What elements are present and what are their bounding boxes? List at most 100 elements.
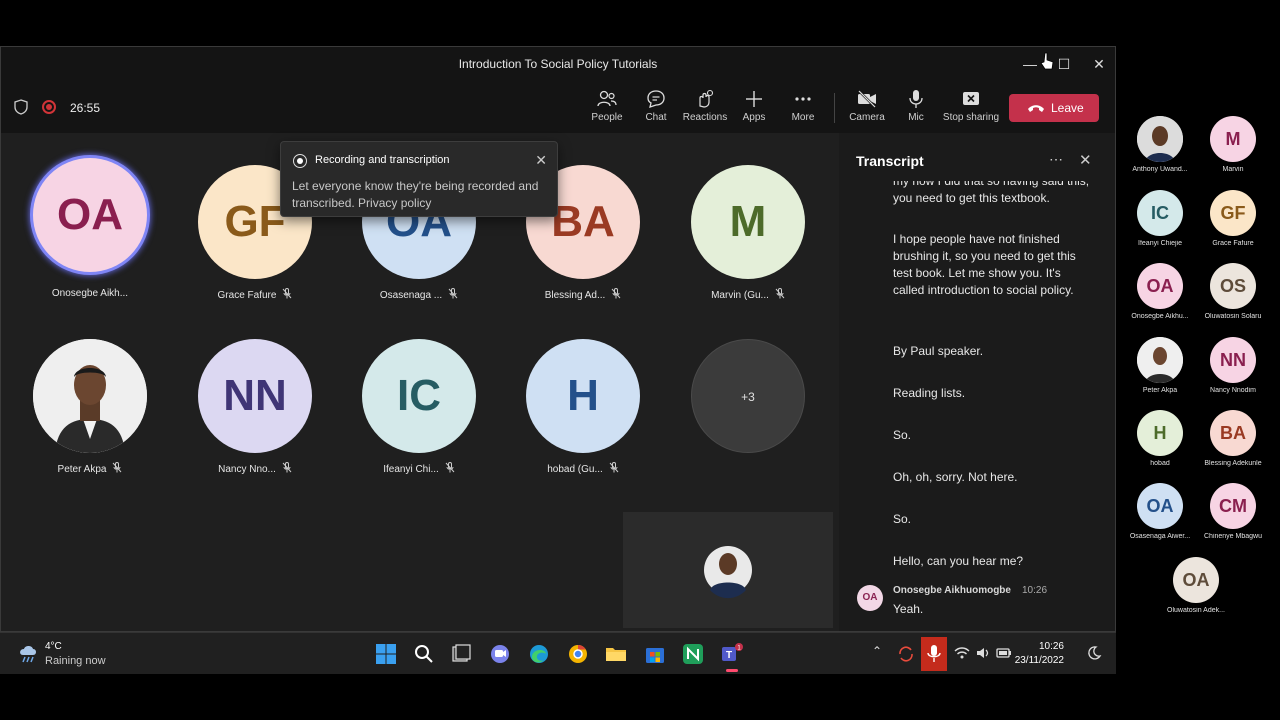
- leave-button[interactable]: Leave: [1009, 94, 1099, 122]
- recording-notification: Recording and transcription ✕ Let everyo…: [280, 141, 558, 217]
- self-view-avatar-icon: [704, 546, 752, 599]
- participant-name: Osasenaga ...: [349, 288, 489, 301]
- participant-list-item[interactable]: CM Chinenye Mbagwu: [1192, 483, 1272, 553]
- participant-tile[interactable]: H hobad (Gu...: [513, 332, 653, 482]
- participant-list-name: hobad: [1150, 460, 1170, 467]
- phone-hangup-icon: [1028, 105, 1044, 112]
- clock-date[interactable]: 23/11/2022: [1015, 655, 1064, 666]
- participant-tile[interactable]: M Marvin (Gu...: [678, 158, 818, 308]
- participant-list-item[interactable]: Anthony Uwand...: [1119, 116, 1199, 186]
- meeting-window: Introduction To Social Policy Tutorials …: [0, 46, 1116, 632]
- teams-chat-icon[interactable]: [488, 642, 512, 666]
- avatar: OA: [1137, 263, 1183, 309]
- transcript-line: Reading lists.: [893, 386, 966, 400]
- participant-list-item[interactable]: Peter Akpa: [1119, 337, 1199, 407]
- avatar: IC: [1137, 190, 1183, 236]
- wifi-icon[interactable]: [954, 645, 970, 661]
- participant-list-name: Nancy Nnodim: [1210, 387, 1256, 394]
- file-explorer-icon[interactable]: [604, 642, 628, 666]
- mic-off-icon: [283, 288, 292, 299]
- participant-tile[interactable]: IC Ifeanyi Chi...: [349, 332, 489, 482]
- search-icon[interactable]: [412, 642, 436, 666]
- avatar: OA: [1137, 483, 1183, 529]
- clock-time[interactable]: 10:26: [1039, 641, 1064, 652]
- minimize-icon[interactable]: —: [1019, 53, 1041, 75]
- edge-browser-icon[interactable]: [527, 642, 551, 666]
- participant-name: Marvin (Gu...: [678, 288, 818, 301]
- participant-list-item[interactable]: IC Ifeanyi Chiejie: [1119, 190, 1199, 260]
- participant-name: Onosegbe Aikh...: [20, 288, 160, 299]
- participant-list-name: Blessing Adekunle: [1204, 460, 1262, 467]
- participant-tile[interactable]: Peter Akpa: [20, 332, 160, 482]
- title-bar: Introduction To Social Policy Tutorials …: [1, 47, 1115, 81]
- shield-icon[interactable]: [14, 99, 28, 115]
- self-view[interactable]: [623, 512, 833, 628]
- focus-moon-icon[interactable]: [1086, 645, 1102, 661]
- show-hidden-icons-icon[interactable]: ⌃: [872, 644, 882, 658]
- transcript-line: Hello, can you hear me?: [893, 554, 1024, 568]
- mic-in-use-indicator[interactable]: [921, 637, 947, 671]
- stop-sharing-label: Stop sharing: [942, 112, 1000, 123]
- transcript-close-icon[interactable]: ✕: [1079, 151, 1092, 169]
- mic-off-icon: [775, 288, 785, 299]
- avatar: CM: [1210, 483, 1256, 529]
- mic-label: Mic: [908, 112, 924, 123]
- windows-start-icon[interactable]: [374, 642, 398, 666]
- mic-off-icon: [445, 462, 455, 473]
- more-button[interactable]: More: [778, 87, 828, 129]
- participant-list-item[interactable]: NN Nancy Nnodim: [1192, 337, 1272, 407]
- transcript-panel: Transcript ⋯ ✕ my now I did that so havi…: [839, 133, 1115, 631]
- participant-list-item[interactable]: OS Oluwatosin Solaru: [1192, 263, 1272, 333]
- chat-icon: [647, 90, 665, 108]
- participant-list-item[interactable]: H hobad: [1119, 410, 1199, 480]
- maximize-icon[interactable]: ☐: [1053, 53, 1075, 75]
- participant-list-item[interactable]: OA Osasenaga Aiwer...: [1119, 483, 1199, 553]
- transcript-more-icon[interactable]: ⋯: [1049, 151, 1063, 168]
- participant-list-item[interactable]: OA Oluwatosin Adek...: [1155, 557, 1235, 627]
- screen: Introduction To Social Policy Tutorials …: [0, 0, 1280, 720]
- participant-name: Nancy Nno...: [185, 462, 325, 475]
- battery-icon[interactable]: [996, 645, 1012, 661]
- teams-app-icon[interactable]: T 1: [720, 642, 744, 666]
- microsoft-store-icon[interactable]: [643, 642, 667, 666]
- notification-close-icon[interactable]: ✕: [535, 152, 547, 169]
- meeting-timer: 26:55: [70, 101, 101, 115]
- speaker-name: Onosegbe Aikhuomogbe: [893, 585, 1011, 596]
- chrome-browser-icon[interactable]: [566, 642, 590, 666]
- transcript-scroll[interactable]: my now I did that so having said this, y…: [839, 181, 1115, 581]
- plus-icon: [746, 91, 762, 107]
- participant-name-text: Grace Fafure: [217, 290, 277, 301]
- close-icon[interactable]: ✕: [1088, 53, 1110, 75]
- microphone-icon: [927, 645, 941, 662]
- avatar-photo: [1137, 116, 1183, 162]
- avatar: OS: [1210, 263, 1256, 309]
- transcript-line: my now I did that so having said this, y…: [893, 181, 1090, 205]
- camera-button[interactable]: Camera: [842, 87, 892, 129]
- mic-off-icon: [448, 288, 458, 299]
- weather-rain-icon[interactable]: [17, 643, 39, 665]
- participant-tile[interactable]: NN Nancy Nno...: [185, 332, 325, 482]
- mic-button[interactable]: Mic: [891, 87, 941, 129]
- mic-off-icon: [609, 462, 619, 473]
- stop-sharing-button[interactable]: Stop sharing: [942, 87, 1000, 129]
- nvidia-app-icon[interactable]: [681, 642, 705, 666]
- sync-icon[interactable]: [897, 645, 915, 663]
- volume-icon[interactable]: [975, 645, 991, 661]
- speaker-avatar: OA: [857, 585, 883, 611]
- chat-button[interactable]: Chat: [631, 87, 681, 129]
- overflow-tile[interactable]: +3: [678, 332, 818, 482]
- avatar: NN: [198, 339, 312, 453]
- people-button[interactable]: People: [582, 87, 632, 129]
- participant-tile[interactable]: OA Onosegbe Aikh...: [20, 158, 160, 308]
- participant-list-item[interactable]: GF Grace Fafure: [1192, 190, 1272, 260]
- reactions-button[interactable]: Reactions: [680, 87, 730, 129]
- weather-condition: Raining now: [45, 655, 106, 667]
- transcript-line: So.: [893, 428, 912, 442]
- participant-list-item[interactable]: BA Blessing Adekunle: [1192, 410, 1272, 480]
- participant-list-item[interactable]: M Marvin: [1192, 116, 1272, 186]
- participant-name-text: Onosegbe Aikh...: [51, 288, 129, 299]
- people-icon: [597, 90, 617, 107]
- participant-list-item[interactable]: OA Onosegbe Aikhu...: [1119, 263, 1199, 333]
- task-view-icon[interactable]: [449, 642, 473, 666]
- apps-button[interactable]: Apps: [729, 87, 779, 129]
